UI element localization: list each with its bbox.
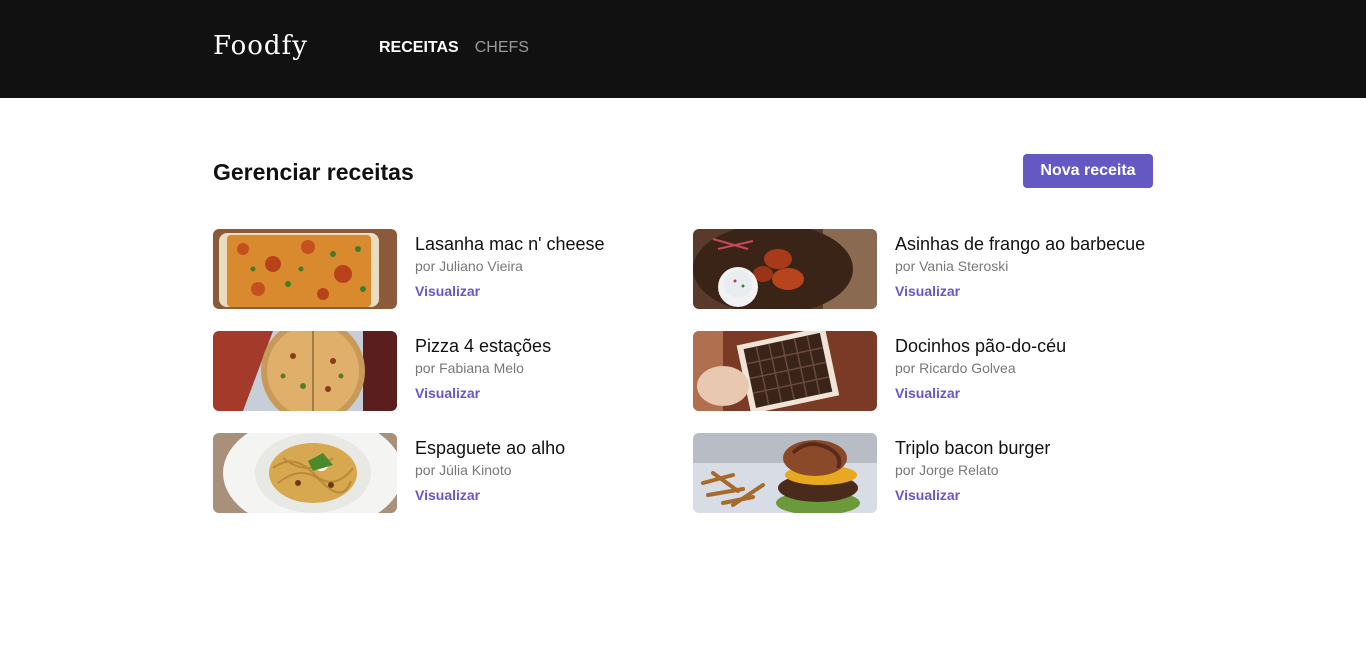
recipe-title: Triplo bacon burger — [895, 438, 1051, 458]
recipe-title: Pizza 4 estações — [415, 336, 552, 356]
recipe-author: por Vania Steroski — [895, 258, 1009, 274]
recipe-author: por Jorge Relato — [895, 462, 999, 478]
view-link[interactable]: Visualizar — [415, 385, 480, 401]
chicken-wings-image[interactable] — [693, 229, 877, 309]
recipe-author: por Juliano Vieira — [415, 258, 523, 274]
recipe-author: por Ricardo Golvea — [895, 360, 1016, 376]
nav-receitas[interactable]: RECEITAS — [379, 38, 459, 58]
recipe-author: por Fabiana Melo — [415, 360, 524, 376]
burger-image[interactable] — [693, 433, 877, 513]
recipe-title: Asinhas de frango ao barbecue — [895, 234, 1146, 254]
view-link[interactable]: Visualizar — [415, 283, 480, 299]
spaghetti-image[interactable] — [213, 433, 397, 513]
recipe-card: Pizza 4 estações por Fabiana Melo Visual… — [213, 331, 693, 411]
main-nav: RECEITAS CHEFS — [379, 38, 529, 58]
top-header: Foodfy RECEITAS CHEFS — [0, 0, 1366, 98]
nav-chefs[interactable]: CHEFS — [475, 38, 529, 58]
view-link[interactable]: Visualizar — [895, 385, 960, 401]
view-link[interactable]: Visualizar — [415, 487, 480, 503]
recipe-card: Lasanha mac n' cheese por Juliano Vieira… — [213, 229, 693, 309]
pizza-image[interactable] — [213, 331, 397, 411]
recipe-card: Docinhos pão-do-céu por Ricardo Golvea V… — [693, 331, 1153, 411]
recipe-card: Triplo bacon burger por Jorge Relato Vis… — [693, 433, 1153, 513]
recipe-title: Docinhos pão-do-céu — [895, 336, 1067, 356]
recipe-card: Asinhas de frango ao barbecue por Vania … — [693, 229, 1153, 309]
recipe-title: Espaguete ao alho — [415, 438, 566, 458]
recipe-list: Lasanha mac n' cheese por Juliano Vieira… — [213, 229, 1153, 513]
page-title: Gerenciar receitas — [213, 159, 414, 185]
view-link[interactable]: Visualizar — [895, 487, 960, 503]
recipe-title: Lasanha mac n' cheese — [415, 234, 605, 254]
view-link[interactable]: Visualizar — [895, 283, 960, 299]
recipe-author: por Júlia Kinoto — [415, 462, 512, 478]
logo[interactable]: Foodfy — [213, 28, 308, 64]
new-recipe-button[interactable]: Nova receita — [1023, 154, 1153, 188]
chocolates-image[interactable] — [693, 331, 877, 411]
lasagna-image[interactable] — [213, 229, 397, 309]
recipe-card: Espaguete ao alho por Júlia Kinoto Visua… — [213, 433, 693, 513]
